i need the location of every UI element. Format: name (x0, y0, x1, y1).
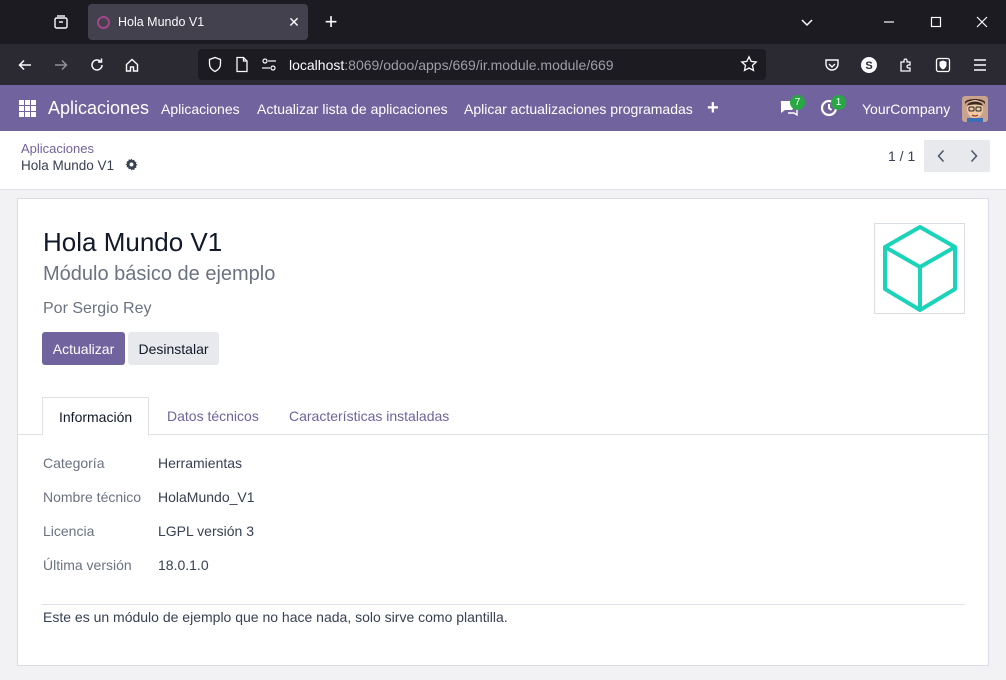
module-form-sheet: Hola Mundo V1 Módulo básico de ejemplo P… (17, 198, 989, 666)
breadcrumb-current: Hola Mundo V1 (21, 158, 115, 173)
field-label-categoria: Categoría (43, 455, 105, 471)
module-summary: Módulo básico de ejemplo (43, 263, 276, 285)
hamburger-menu-icon[interactable] (966, 51, 994, 79)
breadcrumb-parent-link[interactable]: Aplicaciones (21, 141, 94, 156)
activities-count-badge: 1 (831, 95, 846, 110)
menu-aplicaciones[interactable]: Aplicaciones (161, 101, 240, 117)
extensions-puzzle-icon[interactable] (892, 51, 920, 79)
tab-datos-tecnicos[interactable]: Datos técnicos (151, 397, 275, 435)
back-arrow-icon[interactable] (11, 51, 39, 79)
reload-icon[interactable] (83, 51, 111, 79)
forward-arrow-icon[interactable] (47, 51, 75, 79)
shield-icon[interactable] (207, 56, 223, 78)
update-button[interactable]: Actualizar (42, 332, 125, 365)
pocket-icon[interactable] (818, 51, 846, 79)
field-label-nombre-tecnico: Nombre técnico (43, 489, 142, 505)
apps-menu-grid-icon[interactable] (19, 100, 36, 117)
uninstall-button[interactable]: Desinstalar (128, 332, 219, 365)
url-bar[interactable]: localhost:8069/odoo/apps/669/ir.module.m… (198, 49, 766, 80)
gear-icon[interactable] (125, 158, 138, 174)
field-value-ultima-version: 18.0.1.0 (158, 557, 209, 573)
tab-informacion[interactable]: Información (42, 397, 150, 436)
permissions-icon[interactable] (261, 57, 277, 77)
chevron-right-icon (970, 149, 978, 163)
field-value-nombre-tecnico: HolaMundo_V1 (158, 489, 255, 505)
menu-aplicar-actualizaciones[interactable]: Aplicar actualizaciones programadas (464, 101, 693, 117)
module-description: Este es un módulo de ejemplo que no hace… (43, 609, 508, 625)
chevron-left-icon (936, 149, 944, 163)
odoo-favicon-icon (97, 15, 110, 29)
new-tab-icon[interactable]: + (318, 9, 344, 35)
user-avatar[interactable] (962, 96, 988, 127)
extension-s-icon[interactable]: S (855, 51, 883, 79)
browser-tab[interactable]: Hola Mundo V1 ✕ (88, 4, 308, 40)
odoo-main-navbar: Aplicaciones Aplicaciones Actualizar lis… (0, 85, 1006, 131)
tab-overview-icon[interactable] (48, 9, 74, 35)
close-tab-icon[interactable]: ✕ (280, 14, 308, 31)
list-tabs-chevron-icon[interactable] (794, 9, 820, 35)
url-path: :8069/odoo/apps/669/ir.module.module/669 (344, 57, 614, 73)
tab-title: Hola Mundo V1 (118, 15, 205, 29)
field-label-licencia: Licencia (43, 523, 95, 539)
browser-nav-bar: localhost:8069/odoo/apps/669/ir.module.m… (0, 44, 1006, 85)
home-icon[interactable] (118, 51, 146, 79)
url-text[interactable]: localhost:8069/odoo/apps/669/ir.module.m… (289, 57, 614, 73)
app-brand[interactable]: Aplicaciones (48, 98, 149, 119)
url-host: localhost (289, 57, 345, 73)
bookmark-star-icon[interactable] (740, 55, 758, 78)
page-icon[interactable] (235, 56, 249, 78)
field-value-categoria: Herramientas (158, 455, 243, 471)
module-author: Por Sergio Rey (43, 300, 152, 317)
minimize-icon[interactable] (876, 9, 902, 35)
field-value-licencia: LGPL versión 3 (158, 523, 254, 539)
maximize-icon[interactable] (923, 9, 949, 35)
tab-caracteristicas-instaladas[interactable]: Características instaladas (273, 397, 465, 435)
pager-previous-button[interactable] (924, 140, 957, 172)
company-switcher[interactable]: YourCompany (862, 101, 950, 117)
pager-next-button[interactable] (957, 140, 990, 172)
field-label-ultima-version: Última versión (43, 557, 132, 573)
pager-value[interactable]: 1 / 1 (888, 148, 915, 164)
messages-count-badge: 7 (790, 95, 805, 110)
shield-extension-icon[interactable] (929, 51, 957, 79)
svg-text:S: S (865, 60, 872, 72)
menu-actualizar-lista[interactable]: Actualizar lista de aplicaciones (257, 101, 448, 117)
description-divider (42, 604, 965, 605)
browser-tab-strip: Hola Mundo V1 ✕ + (0, 0, 1006, 44)
notebook-tabs: Información Datos técnicos Característic… (18, 397, 988, 436)
control-panel: Aplicaciones Hola Mundo V1 1 / 1 (0, 131, 1006, 190)
module-cube-icon (874, 223, 965, 314)
plus-icon[interactable]: + (707, 97, 719, 120)
module-title: Hola Mundo V1 (43, 227, 223, 257)
close-window-icon[interactable] (969, 9, 995, 35)
